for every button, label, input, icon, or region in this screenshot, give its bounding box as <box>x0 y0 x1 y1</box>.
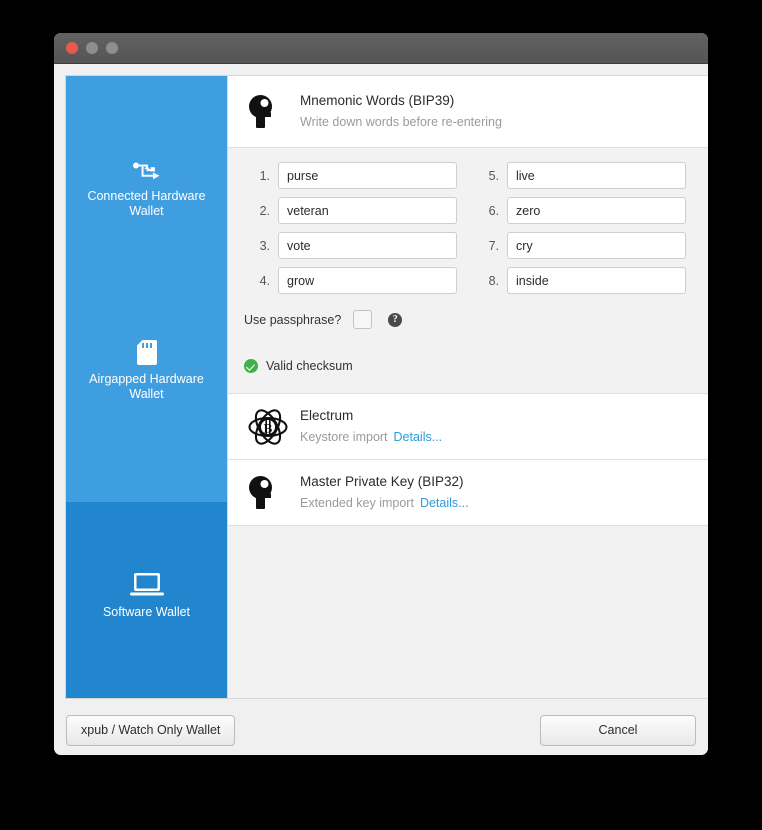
check-circle-icon <box>244 359 258 373</box>
mnemonic-word-cell: 3. <box>244 232 457 259</box>
xpub-watch-only-wallet-button[interactable]: xpub / Watch Only Wallet <box>66 714 236 746</box>
mnemonic-word-number: 9. <box>702 169 708 183</box>
sidebar: Connected Hardware Wallet Airgapped Hard… <box>66 76 227 698</box>
key-icon <box>242 94 294 129</box>
mnemonic-word-cell: 12. <box>702 267 708 294</box>
master-private-key-card: Master Private Key (BIP32) Extended key … <box>228 460 708 526</box>
mnemonic-word-number: 1. <box>259 168 270 183</box>
master-private-key-card-text: Master Private Key (BIP32) Extended key … <box>294 472 708 513</box>
electrum-card: B Electrum Keystore import Details... <box>228 394 708 460</box>
minimize-button[interactable] <box>86 42 98 54</box>
mnemonic-word-number: 5. <box>488 168 499 183</box>
master-private-key-card-subtitle: Extended key import Details... <box>300 494 708 513</box>
mnemonic-word-cell: 10. <box>702 197 708 224</box>
mnemonic-word-number: 12. <box>702 274 708 288</box>
content-frame: Connected Hardware Wallet Airgapped Hard… <box>65 75 708 699</box>
title-bar <box>54 33 708 64</box>
electrum-subtitle-text: Keystore import <box>300 430 388 444</box>
passphrase-label: Use passphrase? <box>244 312 342 327</box>
masterkey-details-link[interactable]: Details... <box>420 496 469 510</box>
checksum-row: Valid checksum Confirm Backup... <box>244 351 708 381</box>
mnemonic-word-cell: 1. <box>244 162 457 189</box>
svg-text:B: B <box>264 420 273 435</box>
mnemonic-word-cell: 11. <box>702 232 708 259</box>
mnemonic-word-input-5[interactable] <box>507 162 686 189</box>
mnemonic-word-number: 4. <box>259 273 270 288</box>
sidebar-item-label: Connected Hardware Wallet <box>87 189 206 218</box>
mnemonic-word-number: 8. <box>488 273 499 288</box>
mnemonic-word-input-8[interactable] <box>507 267 686 294</box>
mnemonic-word-number: 11. <box>702 239 708 253</box>
close-button[interactable] <box>66 42 78 54</box>
help-icon[interactable]: ? <box>388 312 403 327</box>
mnemonic-word-number: 7. <box>488 238 499 253</box>
mnemonic-word-number: 2. <box>259 203 270 218</box>
mnemonic-card-subtitle: Write down words before re-entering <box>300 115 502 129</box>
mnemonic-word-input-7[interactable] <box>507 232 686 259</box>
electrum-details-link[interactable]: Details... <box>394 430 443 444</box>
window-body: Connected Hardware Wallet Airgapped Hard… <box>54 64 708 699</box>
mnemonic-word-input-3[interactable] <box>278 232 457 259</box>
mnemonic-word-cell: 6. <box>473 197 686 224</box>
mnemonic-card-header: Mnemonic Words (BIP39) Write down words … <box>228 76 708 148</box>
sd-card-icon <box>136 340 157 365</box>
passphrase-row: Use passphrase? ? <box>244 310 708 329</box>
checksum-status: Valid checksum <box>244 359 353 373</box>
mnemonic-word-cell: 2. <box>244 197 457 224</box>
mnemonic-entry-section: 1. 5. 9. 2. 6. 10. 3. 7. 11. 4. 8. 12. Use passphra… <box>228 148 708 394</box>
mnemonic-word-number: 10. <box>702 204 708 218</box>
mnemonic-word-input-2[interactable] <box>278 197 457 224</box>
passphrase-checkbox[interactable] <box>353 310 373 329</box>
sidebar-item-airgapped-hardware-wallet[interactable]: Airgapped Hardware Wallet <box>66 283 227 502</box>
mnemonic-word-cell: 5. <box>473 162 686 189</box>
maximize-button[interactable] <box>106 42 118 54</box>
usb-icon <box>132 160 162 182</box>
checksum-label: Valid checksum <box>266 359 353 373</box>
mnemonic-word-input-1[interactable] <box>278 162 457 189</box>
master-private-key-card-title: Master Private Key (BIP32) <box>300 474 464 489</box>
key-icon <box>242 475 294 510</box>
laptop-icon <box>129 572 164 598</box>
mnemonic-word-cell: 8. <box>473 267 686 294</box>
wallet-import-panel: Mnemonic Words (BIP39) Write down words … <box>227 76 708 698</box>
panel-empty-space <box>228 526 708 698</box>
mnemonic-word-cell: 9. <box>702 162 708 189</box>
mnemonic-word-input-6[interactable] <box>507 197 686 224</box>
mnemonic-word-input-4[interactable] <box>278 267 457 294</box>
electrum-card-subtitle: Keystore import Details... <box>300 428 708 447</box>
sidebar-item-label: Airgapped Hardware Wallet <box>89 372 204 401</box>
footer-bar: xpub / Watch Only Wallet Cancel <box>54 699 708 755</box>
mnemonic-word-number: 6. <box>488 203 499 218</box>
sidebar-item-connected-hardware-wallet[interactable]: Connected Hardware Wallet <box>66 76 227 283</box>
electrum-bitcoin-atom-icon: B <box>242 407 294 447</box>
mnemonic-word-cell: 7. <box>473 232 686 259</box>
mnemonic-word-number: 3. <box>259 238 270 253</box>
mnemonic-word-cell: 4. <box>244 267 457 294</box>
electrum-card-title: Electrum <box>300 408 354 423</box>
electrum-card-text: Electrum Keystore import Details... <box>294 406 708 447</box>
mnemonic-card-text: Mnemonic Words (BIP39) Write down words … <box>294 91 708 132</box>
mnemonic-word-grid: 1. 5. 9. 2. 6. 10. 3. 7. 11. 4. 8. 12. <box>244 162 708 294</box>
mnemonic-card-title: Mnemonic Words (BIP39) <box>300 93 455 108</box>
cancel-button[interactable]: Cancel <box>540 714 696 746</box>
masterkey-subtitle-text: Extended key import <box>300 496 414 510</box>
sidebar-item-software-wallet[interactable]: Software Wallet <box>66 502 227 698</box>
app-window: Connected Hardware Wallet Airgapped Hard… <box>54 33 708 755</box>
sidebar-item-label: Software Wallet <box>102 605 191 619</box>
